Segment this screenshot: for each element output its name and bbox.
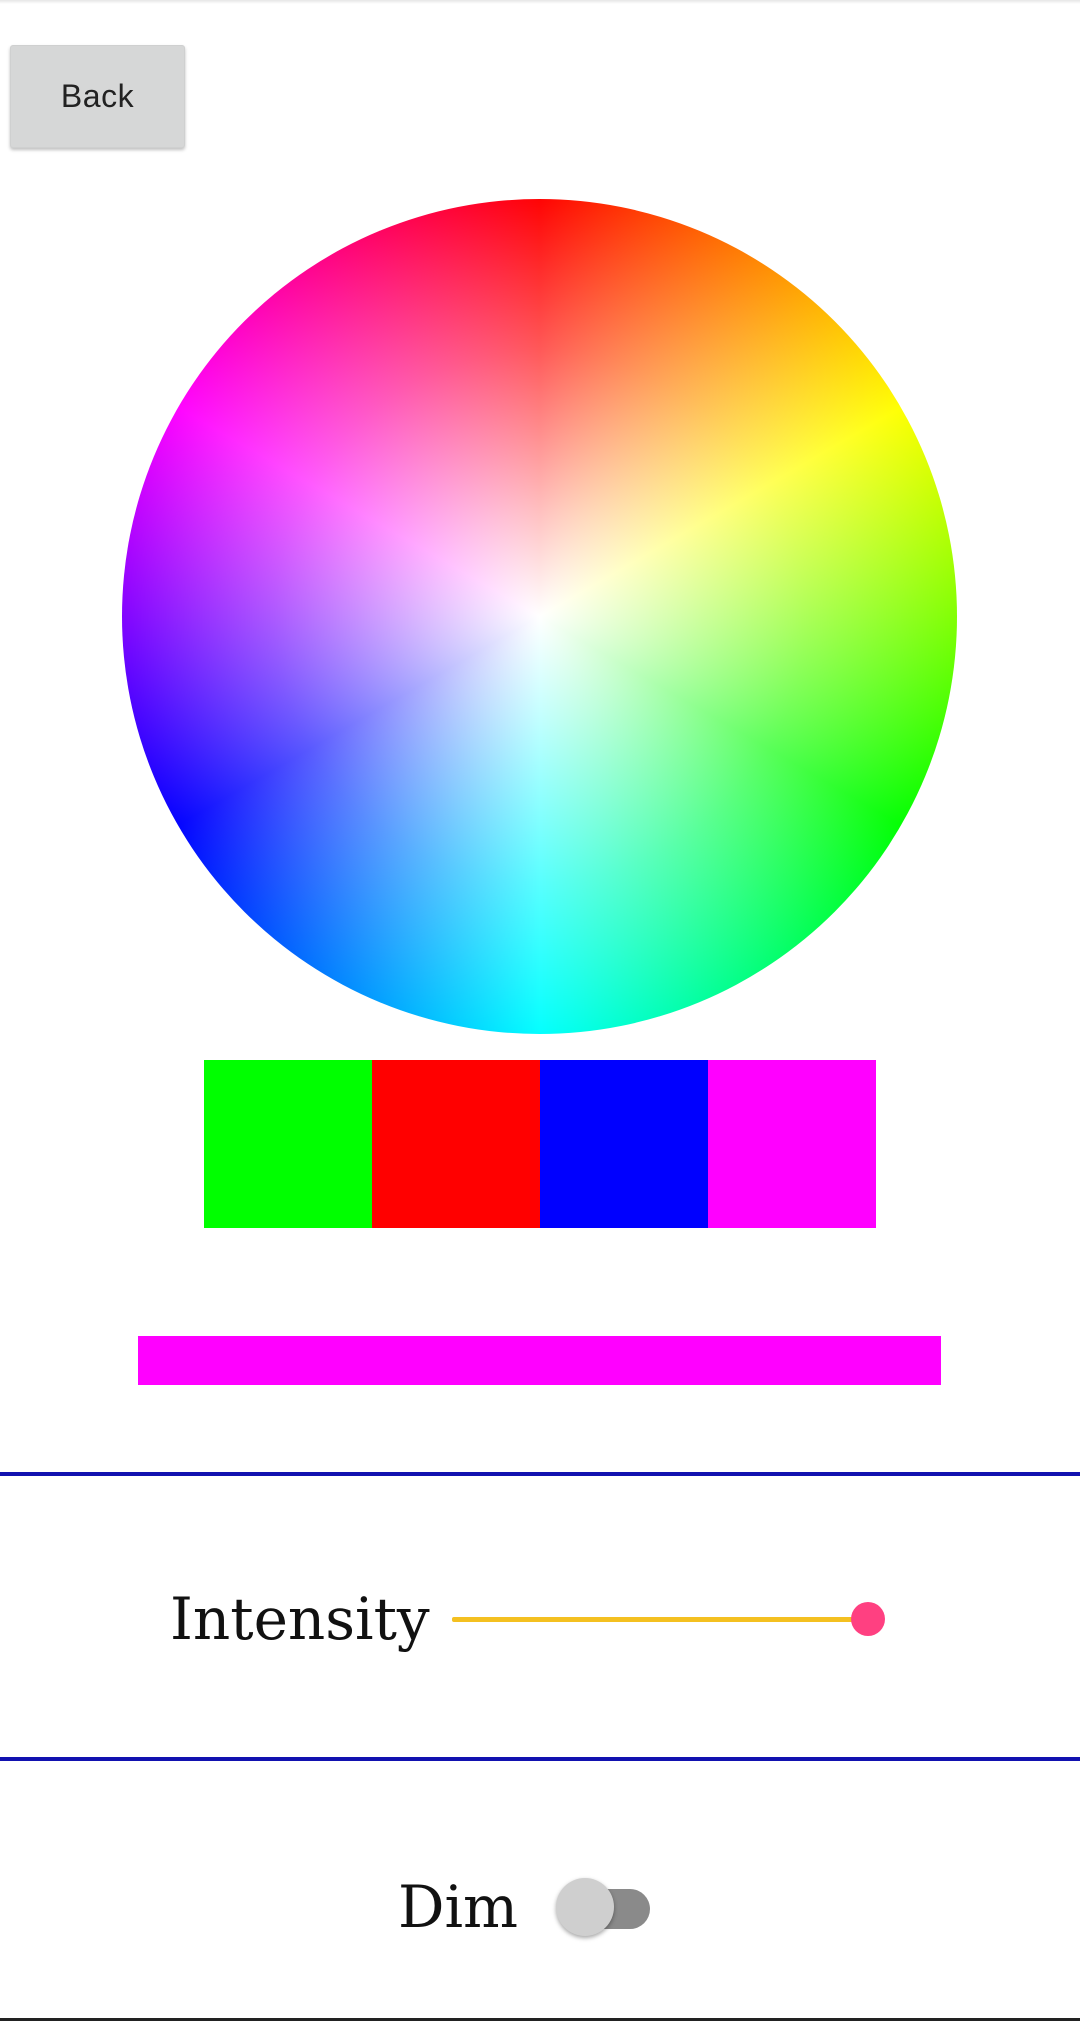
dim-toggle-thumb[interactable] — [556, 1878, 614, 1936]
dim-toggle[interactable] — [556, 1875, 650, 1937]
divider-bottom — [0, 1757, 1080, 1761]
intensity-slider-thumb[interactable] — [851, 1602, 886, 1636]
intensity-slider[interactable] — [452, 1600, 886, 1638]
status-bar-shadow — [0, 0, 1080, 4]
back-button[interactable]: Back — [10, 45, 185, 148]
color-wheel[interactable] — [122, 199, 957, 1034]
swatch-magenta[interactable] — [708, 1060, 876, 1228]
preset-swatches — [204, 1060, 876, 1228]
swatch-red[interactable] — [372, 1060, 540, 1228]
intensity-label: Intensity — [170, 1585, 430, 1653]
swatch-blue[interactable] — [540, 1060, 708, 1228]
color-wheel-gradient[interactable] — [122, 199, 957, 1034]
dim-label: Dim — [398, 1873, 519, 1941]
divider-top — [0, 1472, 1080, 1476]
intensity-slider-track[interactable] — [452, 1617, 870, 1622]
swatch-green[interactable] — [204, 1060, 372, 1228]
selected-color-preview — [138, 1336, 941, 1385]
